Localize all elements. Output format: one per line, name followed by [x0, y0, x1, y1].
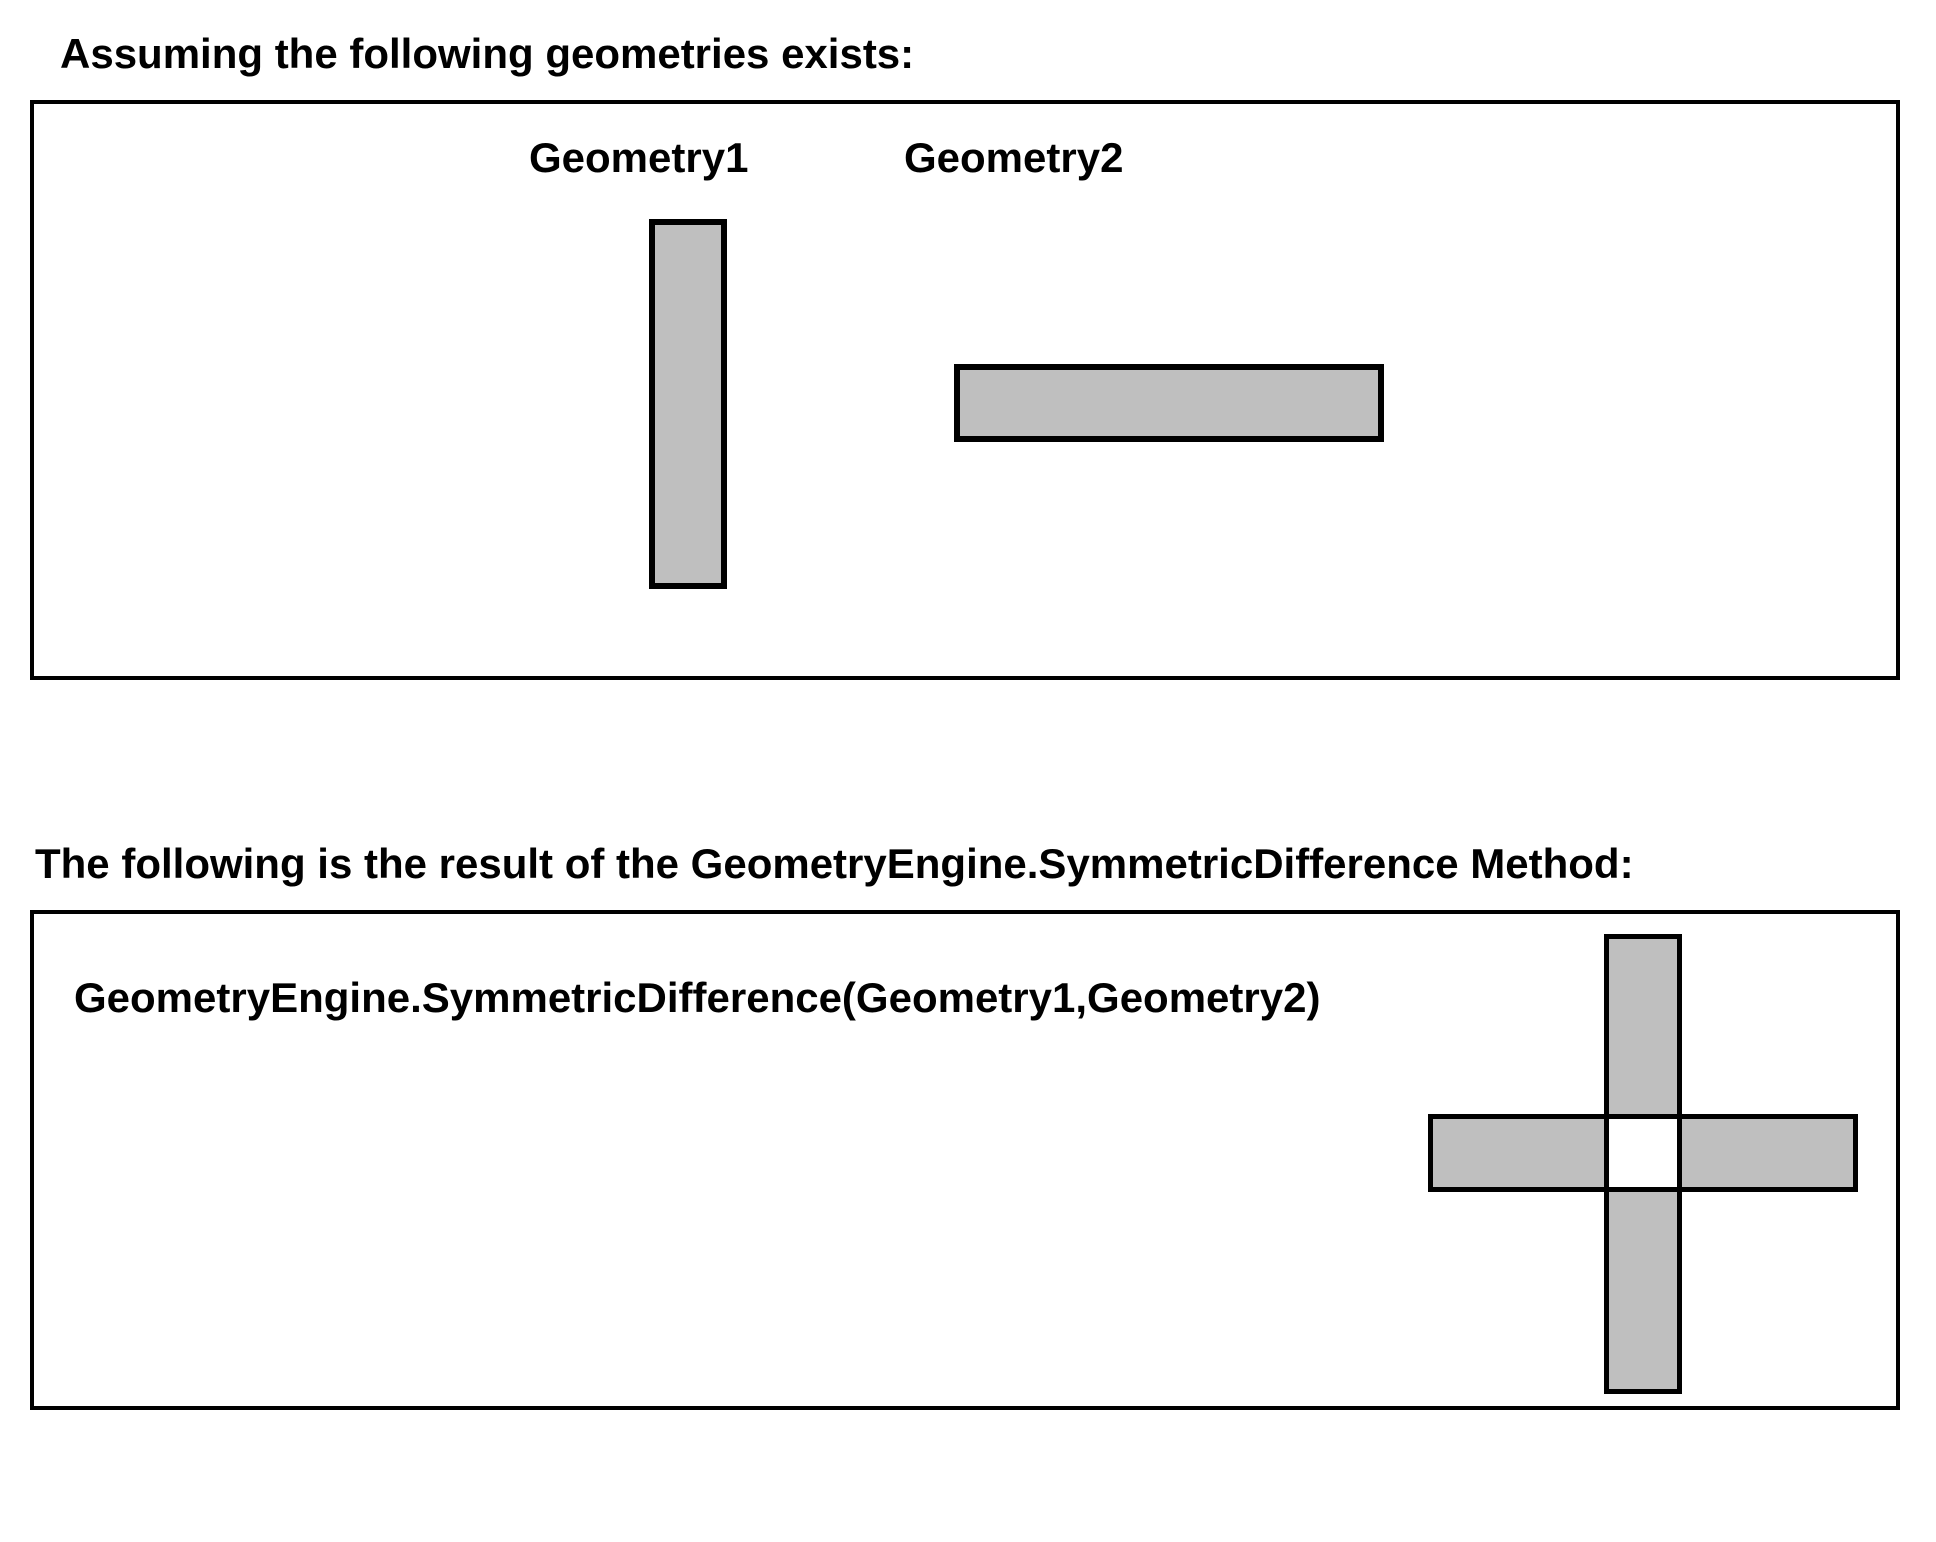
shape-symmetric-difference-cross	[1414, 934, 1874, 1394]
text-method-call: GeometryEngine.SymmetricDifference(Geome…	[74, 974, 1320, 1022]
panel-inputs: Geometry1 Geometry2	[30, 100, 1900, 680]
label-geometry2: Geometry2	[904, 134, 1123, 182]
panel-result: GeometryEngine.SymmetricDifference(Geome…	[30, 910, 1900, 1410]
label-geometry1: Geometry1	[529, 134, 748, 182]
cross-hollow-center-outline	[1604, 1114, 1682, 1192]
heading-assumption: Assuming the following geometries exists…	[60, 30, 914, 78]
shape-geometry2-horizontal-rect	[954, 364, 1384, 442]
shape-geometry1-vertical-rect	[649, 219, 727, 589]
heading-result: The following is the result of the Geome…	[35, 840, 1634, 888]
